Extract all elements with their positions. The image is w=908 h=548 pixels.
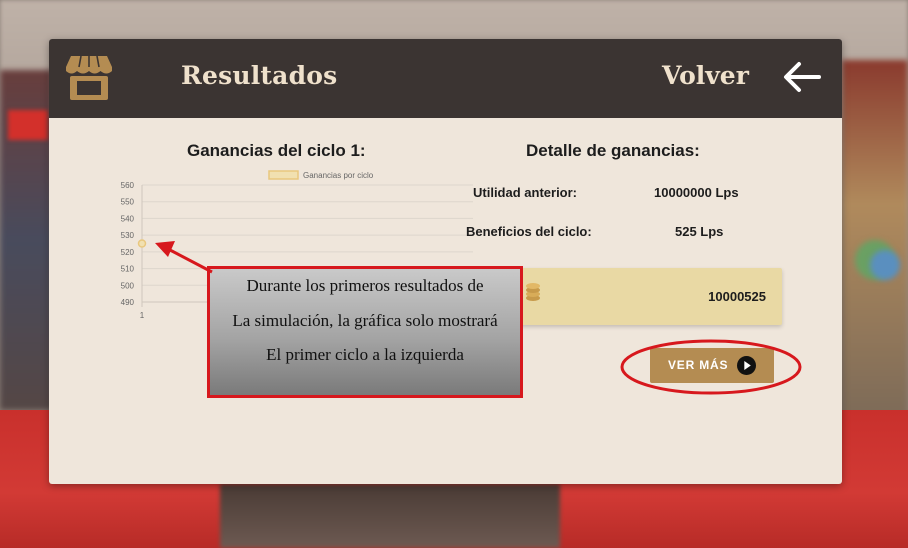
y-tick-label: 510 <box>121 265 135 274</box>
cycle-profit-value: 525 Lps <box>675 224 724 239</box>
previous-profit-label: Utilidad anterior: <box>473 185 578 200</box>
y-tick-label: 490 <box>121 298 135 307</box>
y-tick-label: 550 <box>121 198 135 207</box>
play-circle-icon <box>737 356 756 375</box>
previous-profit-value: 10000000 Lps <box>654 185 739 200</box>
results-modal: Resultados Volver Ganancias del ciclo 1:… <box>49 39 842 484</box>
y-tick-label: 560 <box>121 181 135 190</box>
tutorial-text-line: La simulación, la gráfica solo mostrará <box>232 311 498 330</box>
page-title: Resultados <box>181 61 338 90</box>
x-tick-label: 1 <box>140 311 145 320</box>
y-tick-label: 500 <box>121 281 135 290</box>
tutorial-tooltip: Durante los primeros resultados de La si… <box>207 266 523 398</box>
total-earnings-value: 10000525 <box>708 289 766 304</box>
legend-label: Ganancias por ciclo <box>303 171 374 180</box>
data-point <box>137 239 147 248</box>
background-shelf-item <box>8 110 48 140</box>
coin-stack-icon <box>526 283 540 301</box>
y-tick-label: 540 <box>121 214 135 223</box>
y-tick-label: 530 <box>121 231 135 240</box>
ver-mas-button[interactable]: VER MÁS <box>650 348 774 383</box>
y-tick-label: 520 <box>121 248 135 257</box>
details-title: Detalle de ganancias: <box>526 141 700 160</box>
arrow-left-icon[interactable] <box>782 61 822 93</box>
tutorial-text-line: Durante los primeros resultados de <box>246 276 484 295</box>
ver-mas-label: VER MÁS <box>668 358 729 372</box>
tutorial-text-line: El primer ciclo a la izquierda <box>266 345 464 364</box>
legend-swatch <box>268 170 299 180</box>
modal-header: Resultados Volver <box>49 39 842 118</box>
chart-title: Ganancias del ciclo 1: <box>187 141 366 160</box>
background-counter <box>220 484 560 548</box>
back-button-label[interactable]: Volver <box>662 61 749 90</box>
store-awning-icon <box>66 55 112 100</box>
cycle-profit-label: Beneficios del ciclo: <box>466 224 592 239</box>
total-earnings-box: 10000525 <box>514 268 782 325</box>
background-shelf-item <box>870 250 900 280</box>
